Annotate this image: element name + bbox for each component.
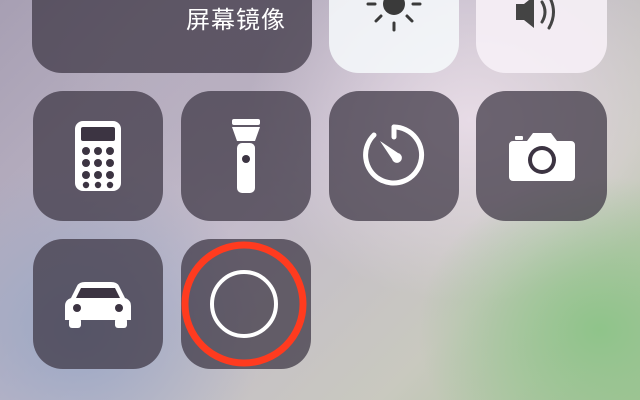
camera-icon	[509, 133, 575, 181]
camera-button[interactable]	[476, 91, 607, 221]
record-icon	[181, 241, 307, 367]
screen-recording-button[interactable]	[181, 239, 311, 369]
screen-mirroring-tile[interactable]: 屏幕镜像	[32, 0, 312, 73]
calculator-icon	[75, 121, 121, 191]
car-icon	[65, 282, 131, 328]
brightness-slider[interactable]	[329, 0, 459, 73]
volume-slider[interactable]	[476, 0, 607, 73]
flashlight-button[interactable]	[181, 91, 311, 221]
flashlight-icon	[232, 119, 260, 193]
calculator-button[interactable]	[33, 91, 163, 221]
screen-mirroring-label: 屏幕镜像	[186, 6, 286, 34]
sun-icon	[366, 0, 422, 32]
driving-mode-button[interactable]	[33, 239, 163, 369]
timer-icon	[363, 124, 425, 186]
timer-button[interactable]	[329, 91, 459, 221]
speaker-icon	[516, 0, 555, 30]
